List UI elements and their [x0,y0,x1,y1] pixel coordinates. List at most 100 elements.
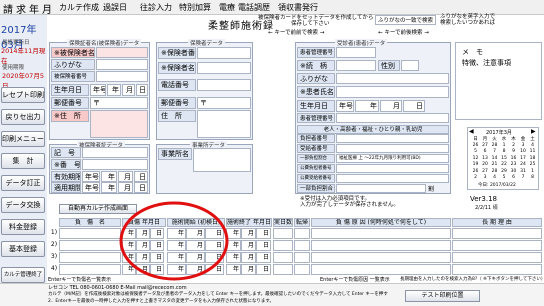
test-print-button[interactable]: テスト印刷位置 [405,290,480,302]
calendar-day[interactable]: 18 [528,156,537,161]
calendar-day[interactable]: 28 [490,169,499,174]
calendar-day[interactable]: 7 [490,149,499,154]
grid-date-cell[interactable]: 日 [256,240,271,251]
menu-electro-therapy[interactable]: 電療 [219,2,235,13]
patient-public3-input[interactable] [336,174,449,183]
receipt-print-button[interactable]: レセプト印刷 [1,87,45,103]
subsidy-grant-year[interactable]: 年 [101,182,117,193]
calendar-day[interactable]: 23 [509,162,518,167]
subsidy-number-input[interactable] [82,159,148,170]
grid-date-cell[interactable]: 月 [241,252,256,263]
office-name-input[interactable] [193,148,251,172]
subsidy-grant-era[interactable]: 年号 [82,182,100,193]
grid-cell[interactable] [311,264,451,275]
grid-cell[interactable] [59,240,121,251]
grid-cell[interactable] [452,240,542,251]
calendar-day[interactable]: 27 [481,169,490,174]
insurer-zip-input[interactable]: 〒 [197,97,251,109]
insurer-name-input[interactable] [197,62,251,74]
calendar-day[interactable]: 2 [471,175,480,180]
calendar-day[interactable]: 19 [471,162,480,167]
calendar-day[interactable]: 20 [481,162,490,167]
calendar-day[interactable]: 1 [528,169,537,174]
calendar-day[interactable]: 15 [500,156,509,161]
menu-month[interactable]: 月 [42,1,54,16]
patient-birth-year[interactable]: 年 [355,100,379,112]
grid-date-cell[interactable]: 日 [256,252,271,263]
calendar-day[interactable]: 10 [519,149,528,154]
subsidy-grant-day[interactable]: 日 [134,182,148,193]
patient-public2-input[interactable] [336,164,449,173]
insured-birth-era[interactable]: 年号 [90,84,106,96]
insured-birth-year[interactable]: 年 [107,84,121,96]
menu-invoice[interactable]: 請 [3,1,15,16]
menu-receipt[interactable]: 領収書発行 [278,2,318,13]
subsidy-valid-day[interactable]: 日 [134,171,148,182]
print-menu-button[interactable]: 印刷メニュー [1,131,45,147]
insurer-phone-input[interactable] [197,79,251,91]
subsidy-valid-month[interactable]: 月 [118,171,133,182]
patient-recipient-input[interactable] [336,144,449,153]
calendar-day[interactable]: 3 [481,175,490,180]
calendar-day[interactable]: 16 [509,156,518,161]
grid-cell[interactable] [294,240,310,251]
grid-date-cell[interactable]: 日 [256,228,271,239]
menu-error-date[interactable]: 過誤日 [103,2,127,13]
patient-copay-input[interactable] [336,184,426,193]
insured-name-input[interactable] [96,47,148,58]
grid-date-cell[interactable]: 月 [241,240,256,251]
calendar-day[interactable]: 5 [471,149,480,154]
calendar-day[interactable]: 31 [519,169,528,174]
fee-register-button[interactable]: 料金登録 [1,219,45,235]
insurer-address-input[interactable] [197,110,251,138]
calendar-day[interactable]: 26 [471,143,480,148]
calendar-day[interactable]: 11 [528,149,537,154]
grid-cell[interactable] [273,228,293,239]
subsidy-grant-month[interactable]: 月 [118,182,133,193]
insured-number-input[interactable] [96,71,148,82]
grid-cell[interactable] [273,252,293,263]
menu-special-addition[interactable]: 特別加算 [179,2,211,13]
insured-birth-day[interactable]: 日 [136,84,148,96]
grid-cell[interactable] [452,252,542,263]
calendar-day[interactable]: 2 [509,143,518,148]
patient-birth-day[interactable]: 日 [403,100,425,112]
calendar-day[interactable]: 30 [509,169,518,174]
return-output-button[interactable]: 戻りセ出力 [1,109,45,125]
menu-phone-history[interactable]: 電話調歴 [238,2,270,13]
insured-address-input[interactable] [90,110,148,138]
grid-cell[interactable] [273,264,293,275]
calendar-day[interactable]: 22 [500,162,509,167]
calendar-day[interactable]: 4 [528,143,537,148]
calendar-day[interactable]: 7 [519,175,528,180]
grid-cell[interactable] [59,228,121,239]
grid-cell[interactable] [294,264,310,275]
calendar-day[interactable]: 26 [471,169,480,174]
calendar-prev-icon[interactable]: ◀ [469,128,474,135]
insured-kana-input[interactable] [96,59,148,70]
menu-invoice-2[interactable]: 求 [16,1,28,16]
chart-manage-exit-button[interactable]: カルテ管理終了 [1,267,45,283]
menu-create-chart[interactable]: カルテ作成 [59,2,99,13]
calendar-day[interactable]: 3 [519,143,528,148]
calendar-day[interactable]: 27 [481,143,490,148]
grid-date-cell[interactable]: 月 [241,228,256,239]
patient-kana-input[interactable] [336,73,449,84]
calendar-day[interactable]: 8 [500,149,509,154]
calendar-day[interactable]: 29 [500,169,509,174]
data-correction-button[interactable]: データ訂正 [1,175,45,191]
calendar-day[interactable]: 4 [490,175,499,180]
grid-cell[interactable] [311,240,451,251]
patient-record-input[interactable] [336,113,449,123]
basic-register-button[interactable]: 基本登録 [1,241,45,257]
subsidy-symbol-input[interactable] [82,147,148,158]
grid-cell[interactable] [294,228,310,239]
grid-cell[interactable] [452,264,542,275]
calendar-day[interactable]: 5 [500,175,509,180]
data-exchange-button[interactable]: データ交換 [1,197,45,213]
tally-button[interactable]: 集 計 [1,153,45,169]
calendar-day[interactable]: 12 [471,156,480,161]
patient-name-input[interactable] [336,86,449,98]
grid-cell[interactable] [294,252,310,263]
calendar-day[interactable]: 24 [519,162,528,167]
